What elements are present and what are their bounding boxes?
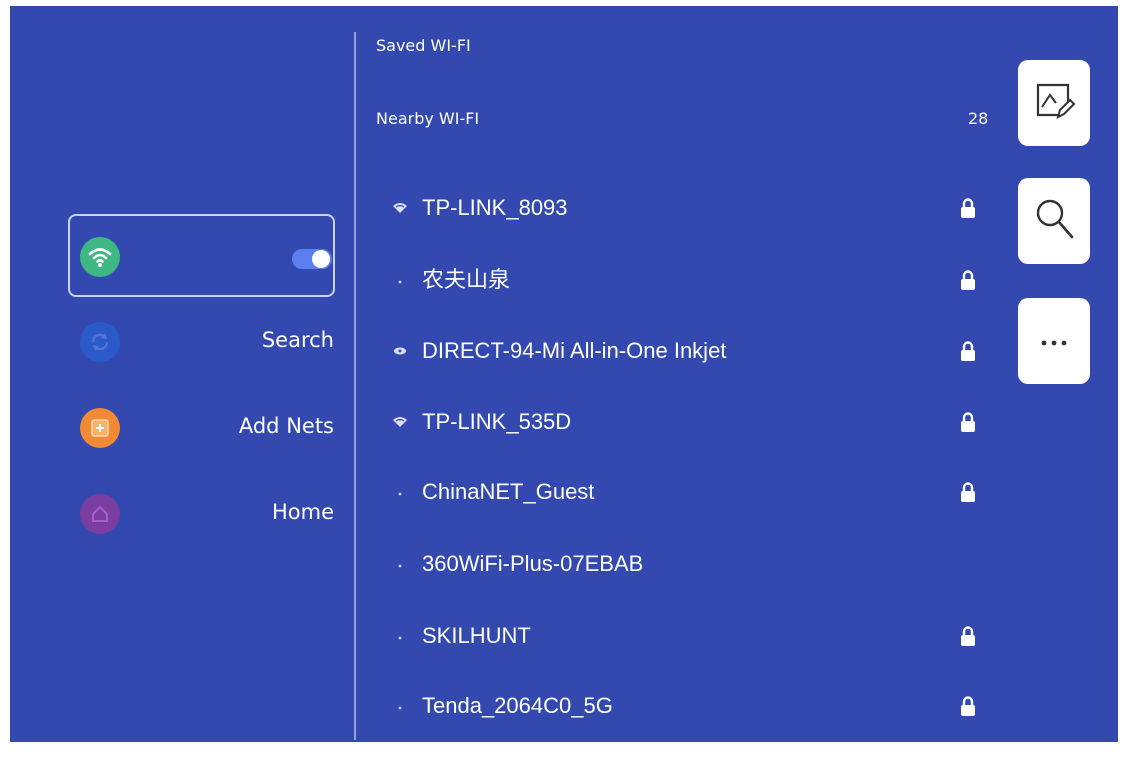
network-row[interactable]: SKILHUNT bbox=[376, 616, 996, 656]
home-icon bbox=[80, 494, 120, 534]
wifi-signal-icon bbox=[388, 196, 412, 220]
nearby-wifi-heading: Nearby WI-FI bbox=[376, 109, 480, 128]
network-row[interactable]: TP-LINK_535D bbox=[376, 402, 996, 442]
dot-icon bbox=[388, 694, 412, 718]
dot-icon bbox=[388, 624, 412, 648]
more-icon bbox=[1039, 332, 1069, 351]
network-name: 农夫山泉 bbox=[422, 267, 511, 292]
network-name: ChinaNET_Guest bbox=[422, 479, 595, 504]
dot-icon bbox=[388, 268, 412, 292]
saved-wifi-heading[interactable]: Saved WI-FI bbox=[376, 36, 471, 55]
network-name: SKILHUNT bbox=[422, 623, 531, 648]
sidebar-item-home[interactable]: Home bbox=[272, 500, 334, 524]
eye-signal-icon bbox=[388, 339, 412, 363]
nearby-count: 28 bbox=[968, 109, 989, 128]
search-icon bbox=[1032, 195, 1076, 247]
network-row[interactable]: ChinaNET_Guest bbox=[376, 472, 996, 512]
network-row[interactable]: 农夫山泉 bbox=[376, 260, 996, 300]
lock-icon bbox=[958, 695, 978, 717]
search-button[interactable] bbox=[1018, 178, 1090, 264]
refresh-icon bbox=[80, 322, 120, 362]
lock-icon bbox=[958, 625, 978, 647]
network-name: 360WiFi-Plus-07EBAB bbox=[422, 551, 644, 576]
network-name: TP-LINK_8093 bbox=[422, 195, 568, 220]
lock-icon bbox=[958, 411, 978, 433]
image-edit-icon bbox=[1032, 79, 1076, 127]
network-name: DIRECT-94-Mi All-in-One Inkjet bbox=[422, 338, 727, 363]
toggle-knob bbox=[312, 250, 330, 268]
wifi-settings-screen: Search Add Nets Home Saved WI-FI Nearby … bbox=[10, 6, 1118, 742]
network-row[interactable]: TP-LINK_8093 bbox=[376, 188, 996, 228]
lock-icon bbox=[958, 197, 978, 219]
more-button[interactable] bbox=[1018, 298, 1090, 384]
wifi-toggle-switch[interactable] bbox=[292, 249, 332, 269]
sidebar-item-search[interactable]: Search bbox=[262, 328, 334, 352]
network-row[interactable]: DIRECT-94-Mi All-in-One Inkjet bbox=[376, 331, 996, 371]
network-row[interactable]: Tenda_2064C0_5G bbox=[376, 686, 996, 726]
lock-icon bbox=[958, 481, 978, 503]
wifi-signal-icon bbox=[388, 410, 412, 434]
dot-icon bbox=[388, 552, 412, 576]
panel-divider bbox=[354, 32, 356, 740]
network-name: TP-LINK_535D bbox=[422, 409, 572, 434]
lock-icon bbox=[958, 340, 978, 362]
sidebar-item-add-nets[interactable]: Add Nets bbox=[239, 414, 334, 438]
image-edit-button[interactable] bbox=[1018, 60, 1090, 146]
lock-icon bbox=[958, 269, 978, 291]
network-row[interactable]: 360WiFi-Plus-07EBAB bbox=[376, 544, 996, 584]
add-icon bbox=[80, 408, 120, 448]
wifi-icon bbox=[80, 237, 120, 277]
dot-icon bbox=[388, 480, 412, 504]
network-name: Tenda_2064C0_5G bbox=[422, 693, 613, 718]
